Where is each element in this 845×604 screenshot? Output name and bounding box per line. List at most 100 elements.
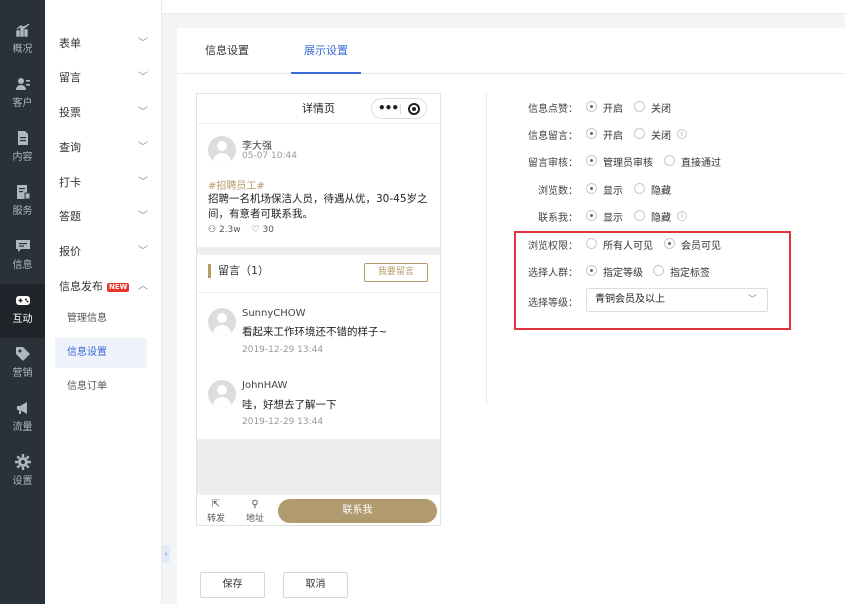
views-show-radio[interactable] (586, 183, 597, 194)
sidebar-subitem-label: 信息订单 (67, 381, 107, 392)
rail-item-content[interactable]: 内容 (0, 122, 45, 176)
audience-tag-text: 指定标签 (670, 268, 710, 279)
tab-bar: 信息设置 展示设置 (177, 28, 845, 74)
sidebar-subitem-info-settings[interactable]: 信息设置 (55, 338, 147, 368)
permission-all-radio[interactable] (586, 238, 597, 249)
sidebar-subitem-manage-info[interactable]: 管理信息 (55, 304, 147, 334)
tag-icon (15, 347, 30, 361)
rail-item-service[interactable]: 服务 (0, 176, 45, 230)
chevron-up-icon: ︿ (138, 281, 148, 292)
share-icon: ⇱ (211, 499, 221, 510)
audience-tag-radio[interactable] (653, 265, 664, 276)
gear-icon (14, 454, 31, 470)
share-button[interactable]: ⇱ 转发 (203, 499, 229, 524)
comment-time: 2019-12-29 13:44 (242, 345, 324, 355)
avatar (208, 380, 236, 408)
rail-label: 信息 (12, 260, 33, 271)
contact-hide-radio[interactable] (634, 210, 645, 221)
sidebar-item-quiz[interactable]: 答题 ﹀ (45, 200, 162, 234)
chevron-down-icon: ﹀ (138, 72, 148, 83)
megaphone-icon (16, 402, 27, 414)
chevron-down-icon: ﹀ (138, 38, 148, 49)
rail-item-marketing[interactable]: 营销 (0, 338, 45, 392)
views-show-text: 显示 (603, 186, 623, 197)
top-bar (162, 0, 845, 13)
info-icon[interactable]: i (677, 211, 687, 221)
rail-item-settings[interactable]: 设置 (0, 446, 45, 500)
post-time: 05-07 10:44 (242, 151, 297, 161)
sidebar-item-label: 留言 (59, 71, 81, 84)
comment-off-text: 关闭 (651, 131, 671, 142)
main-nav-rail: 概况 客户 内容 服务 信息 互动 营销 流量 设置 (0, 0, 45, 604)
rail-item-info[interactable]: 信息 (0, 230, 45, 284)
message-icon (15, 240, 30, 252)
tab-info-settings[interactable]: 信息设置 (205, 28, 249, 74)
mini-program-capsule: ••• (371, 98, 427, 119)
permission-member-radio[interactable] (664, 238, 675, 249)
views-label: 浏览数： (538, 186, 578, 197)
like-off-text: 关闭 (651, 104, 671, 115)
comment-time: 2019-12-29 13:44 (242, 417, 324, 427)
chevron-down-icon: ﹀ (138, 211, 148, 222)
review-admin-text: 管理员审核 (603, 158, 653, 169)
level-select[interactable]: 青铜会员及以上 ﹀ (586, 288, 768, 312)
level-select-value: 青铜会员及以上 (595, 294, 665, 305)
post-author: 李大强 (242, 141, 272, 152)
comment-off-radio[interactable] (634, 128, 645, 139)
cancel-button[interactable]: 取消 (283, 572, 348, 598)
contact-hide-text: 隐藏 (651, 213, 671, 224)
gamepad-icon (15, 296, 30, 305)
comment-on-radio[interactable] (586, 128, 597, 139)
audience-level-radio[interactable] (586, 265, 597, 276)
like-off-radio[interactable] (634, 101, 645, 112)
collapse-sidebar-button[interactable]: ‹ (162, 545, 170, 563)
sidebar-item-checkin[interactable]: 打卡 ﹀ (45, 166, 162, 200)
views-count: 2.3w (218, 225, 241, 235)
new-badge: NEW (107, 283, 130, 292)
phone-preview: 详情页 ••• 李大强 05-07 10:44 #招聘员工# 招聘一名机场保洁人… (196, 93, 441, 526)
permission-member-text: 会员可见 (681, 241, 721, 252)
sidebar-item-quote[interactable]: 报价 ﹀ (45, 235, 162, 269)
sidebar-item-label: 投票 (59, 106, 81, 119)
sidebar-item-form[interactable]: 表单 ﹀ (45, 27, 162, 61)
sidebar-item-query[interactable]: 查询 ﹀ (45, 131, 162, 165)
contact-me-button[interactable]: 联系我 (278, 499, 437, 523)
rail-item-interaction[interactable]: 互动 (0, 284, 45, 338)
review-admin-radio[interactable] (586, 155, 597, 166)
info-icon[interactable]: i (677, 129, 687, 139)
sidebar-item-message[interactable]: 留言 ﹀ (45, 61, 162, 95)
like-icon: ♡ (251, 225, 260, 235)
tab-display-settings[interactable]: 展示设置 (291, 28, 361, 74)
document-icon (17, 131, 28, 145)
sidebar-subitem-info-orders[interactable]: 信息订单 (55, 372, 147, 402)
address-button[interactable]: ⚲ 地址 (242, 499, 268, 524)
views-hide-radio[interactable] (634, 183, 645, 194)
comment-on-text: 开启 (603, 131, 623, 142)
preview-footer: ⇱ 转发 ⚲ 地址 联系我 (197, 494, 440, 525)
rail-label: 服务 (12, 206, 33, 217)
sidebar-item-vote[interactable]: 投票 ﹀ (45, 96, 162, 130)
review-direct-text: 直接通过 (681, 158, 721, 169)
like-on-radio[interactable] (586, 101, 597, 112)
sidebar-subitem-label: 信息设置 (67, 347, 107, 358)
contact-show-radio[interactable] (586, 210, 597, 221)
rail-label: 流量 (12, 422, 33, 433)
location-icon: ⚲ (251, 499, 259, 510)
review-direct-radio[interactable] (664, 155, 675, 166)
rail-label: 营销 (12, 368, 33, 379)
save-button[interactable]: 保存 (200, 572, 265, 598)
comment-text: 看起来工作环境还不错的样子~ (242, 326, 388, 338)
rail-label: 概况 (12, 44, 33, 55)
rail-item-customers[interactable]: 客户 (0, 68, 45, 122)
permission-all-text: 所有人可见 (603, 241, 653, 252)
leave-message-button[interactable]: 我要留言 (364, 263, 428, 282)
rail-item-traffic[interactable]: 流量 (0, 392, 45, 446)
sidebar-item-label: 查询 (59, 141, 81, 154)
preview-header: 详情页 ••• (197, 94, 440, 124)
service-icon (16, 185, 30, 200)
contact-show-text: 显示 (603, 213, 623, 224)
rail-item-overview[interactable]: 概况 (0, 14, 45, 68)
comment-label: 信息留言： (528, 131, 578, 142)
sidebar-item-info-publish[interactable]: 信息发布 NEW ︿ (45, 270, 162, 304)
chart-icon (15, 23, 29, 37)
